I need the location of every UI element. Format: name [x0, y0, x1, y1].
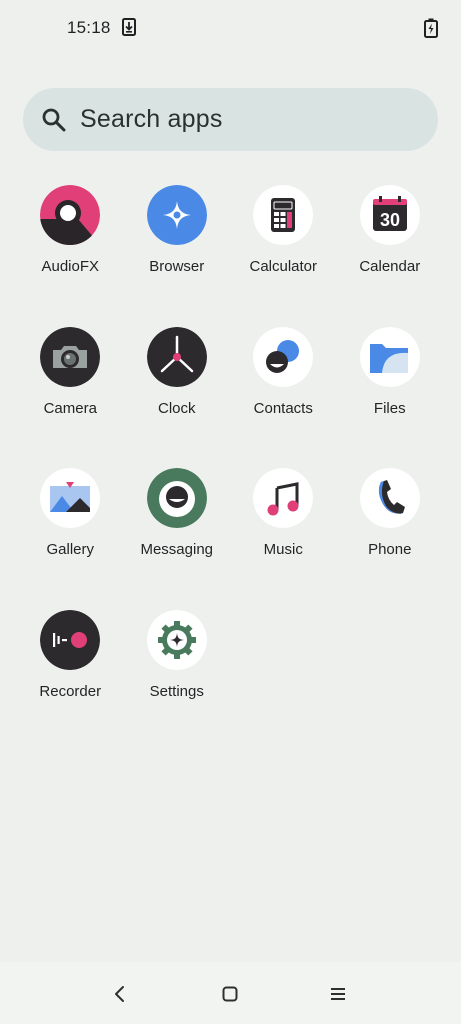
recorder-icon[interactable] [40, 610, 101, 671]
app-label: Clock [157, 399, 196, 417]
app-label: Calculator [249, 258, 318, 275]
calendar-day: 30 [380, 210, 400, 230]
files-icon[interactable] [359, 326, 420, 387]
phone-icon[interactable] [359, 468, 420, 529]
app-label: Gallery [46, 541, 94, 559]
app-label: Camera [43, 399, 97, 417]
calculator-icon[interactable] [253, 185, 314, 245]
home-icon[interactable] [222, 986, 238, 1002]
app-contacts[interactable]: Contacts [230, 326, 337, 469]
app-label: Browser [149, 258, 205, 275]
app-grid: AudioFX Browser Calculator 30 Calendar C… [17, 185, 443, 752]
app-audiofx[interactable]: AudioFX [17, 185, 124, 327]
audiofx-icon[interactable] [40, 185, 101, 245]
app-files[interactable]: Files [337, 326, 444, 469]
app-label: Phone [368, 541, 412, 559]
search-icon[interactable] [41, 107, 67, 133]
download-icon [122, 18, 136, 36]
messaging-icon[interactable] [146, 468, 207, 529]
music-icon[interactable] [253, 468, 314, 529]
status-bar: 15:18 [0, 0, 461, 56]
app-label: Recorder [39, 683, 102, 701]
app-clock[interactable]: Clock [124, 326, 231, 469]
search-placeholder[interactable]: Search apps [80, 105, 223, 134]
battery-charging-icon [424, 18, 438, 38]
browser-icon[interactable] [146, 185, 207, 245]
navigation-bar [0, 962, 461, 1024]
app-calendar[interactable]: 30 Calendar [337, 185, 444, 327]
app-label: Contacts [253, 399, 313, 417]
back-icon[interactable] [112, 984, 128, 1004]
contacts-icon[interactable] [253, 326, 314, 387]
app-browser[interactable]: Browser [124, 185, 231, 327]
app-label: Files [373, 399, 406, 417]
app-label: Music [263, 541, 303, 559]
app-music[interactable]: Music [230, 468, 337, 610]
calendar-icon[interactable]: 30 [359, 185, 420, 245]
menu-icon[interactable] [330, 986, 346, 1002]
app-messaging[interactable]: Messaging [124, 468, 231, 610]
app-settings[interactable]: Settings [124, 610, 231, 752]
app-label: Settings [149, 683, 204, 701]
app-phone[interactable]: Phone [337, 468, 444, 610]
settings-icon[interactable] [146, 610, 207, 671]
app-recorder[interactable]: Recorder [17, 610, 124, 752]
clock-icon[interactable] [146, 326, 207, 387]
app-label: Messaging [140, 541, 214, 559]
app-gallery[interactable]: Gallery [17, 468, 124, 610]
app-label: AudioFX [41, 258, 100, 275]
app-camera[interactable]: Camera [17, 326, 124, 469]
gallery-icon[interactable] [40, 468, 101, 529]
app-calculator[interactable]: Calculator [230, 185, 337, 327]
status-time: 15:18 [67, 18, 111, 37]
app-label: Calendar [359, 258, 421, 275]
camera-icon[interactable] [40, 326, 101, 387]
